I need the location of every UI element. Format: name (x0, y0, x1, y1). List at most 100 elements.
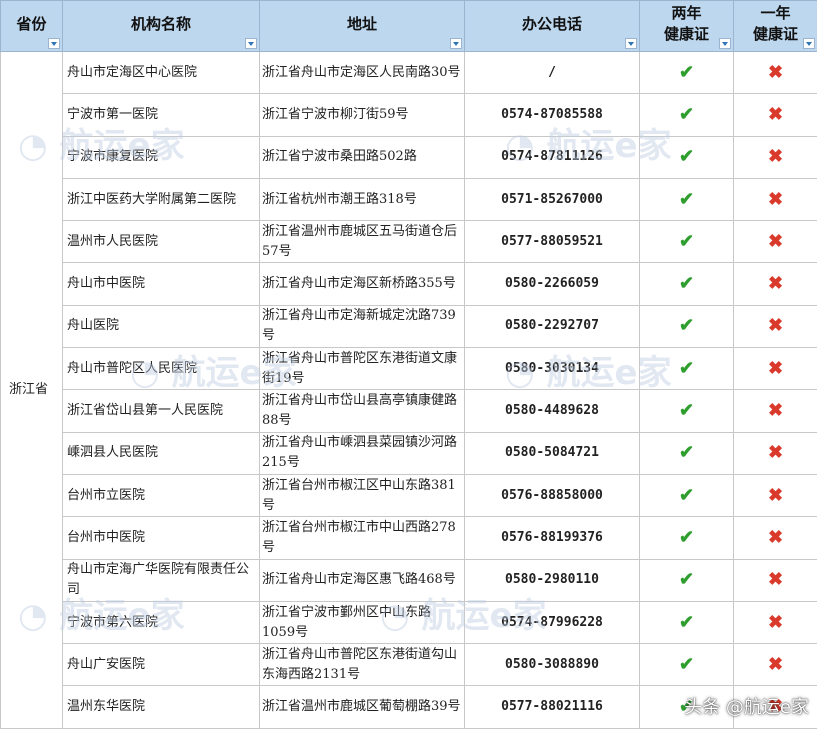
table-row: 舟山医院浙江省舟山市定海新城定沈路739号0580-2292707✔✖ (1, 305, 817, 347)
one-year-status-icon: ✖ (734, 178, 817, 220)
hospital-name-cell: 舟山广安医院 (63, 644, 260, 686)
phone-cell: 0580-4489628 (465, 390, 640, 432)
table-row: 宁波市第六医院浙江省宁波市鄞州区中山东路1059号0574-87996228✔✖ (1, 601, 817, 643)
phone-cell: 0574-87996228 (465, 601, 640, 643)
filter-dropdown-icon[interactable] (625, 38, 637, 49)
hospital-name-cell: 浙江省岱山县第一人民医院 (63, 390, 260, 432)
two-year-status-icon: ✔ (640, 52, 734, 94)
one-year-status-icon: ✖ (734, 559, 817, 601)
two-year-status-icon: ✔ (640, 348, 734, 390)
one-year-status-icon: ✖ (734, 348, 817, 390)
header-two-year: 两年 健康证 (640, 1, 734, 52)
address-cell: 浙江省舟山市普陀区东港街道勾山东海西路2131号 (260, 644, 465, 686)
one-year-status-icon: ✖ (734, 221, 817, 263)
two-year-status-icon: ✔ (640, 390, 734, 432)
address-cell: 浙江省杭州市潮王路318号 (260, 178, 465, 220)
hospital-name-cell: 浙江中医药大学附属第二医院 (63, 178, 260, 220)
one-year-status-icon: ✖ (734, 94, 817, 136)
two-year-status-icon: ✔ (640, 136, 734, 178)
header-address: 地址 (260, 1, 465, 52)
two-year-status-icon: ✔ (640, 517, 734, 559)
address-cell: 浙江省宁波市鄞州区中山东路1059号 (260, 601, 465, 643)
address-cell: 浙江省温州市鹿城区葡萄棚路39号 (260, 686, 465, 728)
two-year-status-icon: ✔ (640, 305, 734, 347)
filter-dropdown-icon[interactable] (719, 38, 731, 49)
filter-dropdown-icon[interactable] (803, 38, 815, 49)
one-year-status-icon: ✖ (734, 517, 817, 559)
table-row: 宁波市第一医院浙江省宁波市柳汀街59号0574-87085588✔✖ (1, 94, 817, 136)
address-cell: 浙江省舟山市定海新城定沈路739号 (260, 305, 465, 347)
phone-cell: 0577-88059521 (465, 221, 640, 263)
hospital-name-cell: 宁波市第六医院 (63, 601, 260, 643)
table-row: 台州市立医院浙江省台州市椒江区中山东路381号0576-88858000✔✖ (1, 474, 817, 516)
hospital-name-cell: 舟山市中医院 (63, 263, 260, 305)
phone-cell: 0580-2980110 (465, 559, 640, 601)
header-one-year: 一年 健康证 (734, 1, 817, 52)
table-row: 舟山广安医院浙江省舟山市普陀区东港街道勾山东海西路2131号0580-30888… (1, 644, 817, 686)
one-year-status-icon: ✖ (734, 305, 817, 347)
address-cell: 浙江省温州市鹿城区五马街道仓后57号 (260, 221, 465, 263)
address-cell: 浙江省台州市椒江区中山东路381号 (260, 474, 465, 516)
phone-cell: 0571-85267000 (465, 178, 640, 220)
header-province: 省份 (1, 1, 63, 52)
address-cell: 浙江省宁波市柳汀街59号 (260, 94, 465, 136)
one-year-status-icon: ✖ (734, 644, 817, 686)
hospital-name-cell: 温州市人民医院 (63, 221, 260, 263)
phone-cell: 0580-5084721 (465, 432, 640, 474)
hospital-name-cell: 宁波市第一医院 (63, 94, 260, 136)
table-row: 浙江中医药大学附属第二医院浙江省杭州市潮王路318号0571-85267000✔… (1, 178, 817, 220)
address-cell: 浙江省舟山市岱山县高亭镇康健路88号 (260, 390, 465, 432)
address-cell: 浙江省舟山市嵊泗县菜园镇沙河路215号 (260, 432, 465, 474)
one-year-status-icon: ✖ (734, 601, 817, 643)
province-cell: 浙江省 (1, 52, 63, 729)
phone-cell: 0580-2266059 (465, 263, 640, 305)
phone-cell: 0574-87085588 (465, 94, 640, 136)
phone-cell: 0580-3030134 (465, 348, 640, 390)
one-year-status-icon: ✖ (734, 263, 817, 305)
one-year-status-icon: ✖ (734, 432, 817, 474)
phone-cell: 0574-87811126 (465, 136, 640, 178)
table-row: 舟山市普陀区人民医院浙江省舟山市普陀区东港街道文康街19号0580-303013… (1, 348, 817, 390)
two-year-status-icon: ✔ (640, 221, 734, 263)
phone-cell: 0577-88021116 (465, 686, 640, 728)
address-cell: 浙江省舟山市普陀区东港街道文康街19号 (260, 348, 465, 390)
filter-dropdown-icon[interactable] (48, 38, 60, 49)
table-row: 浙江省岱山县第一人民医院浙江省舟山市岱山县高亭镇康健路88号0580-44896… (1, 390, 817, 432)
filter-dropdown-icon[interactable] (245, 38, 257, 49)
header-row: 省份 机构名称 地址 办公电话 两年 健康证 一年 健康证 (1, 1, 817, 52)
one-year-status-icon: ✖ (734, 390, 817, 432)
two-year-status-icon: ✔ (640, 474, 734, 516)
two-year-status-icon: ✔ (640, 94, 734, 136)
header-name: 机构名称 (63, 1, 260, 52)
table-row: 舟山市中医院浙江省舟山市定海区新桥路355号0580-2266059✔✖ (1, 263, 817, 305)
phone-cell: 0580-3088890 (465, 644, 640, 686)
two-year-status-icon: ✔ (640, 432, 734, 474)
hospital-name-cell: 台州市立医院 (63, 474, 260, 516)
two-year-status-icon: ✔ (640, 263, 734, 305)
address-cell: 浙江省宁波市桑田路502路 (260, 136, 465, 178)
two-year-status-icon: ✔ (640, 601, 734, 643)
table-row: 温州市人民医院浙江省温州市鹿城区五马街道仓后57号0577-88059521✔✖ (1, 221, 817, 263)
address-cell: 浙江省舟山市定海区新桥路355号 (260, 263, 465, 305)
hospital-name-cell: 温州东华医院 (63, 686, 260, 728)
hospital-name-cell: 舟山市普陀区人民医院 (63, 348, 260, 390)
source-credit: 头条 @航运e家 (684, 693, 809, 719)
hospital-name-cell: 台州市中医院 (63, 517, 260, 559)
table-row: 浙江省舟山市定海区中心医院浙江省舟山市定海区人民南路30号/✔✖ (1, 52, 817, 94)
hospital-table: 省份 机构名称 地址 办公电话 两年 健康证 一年 健康证 浙江省舟山市定海区中… (0, 0, 817, 729)
hospital-name-cell: 舟山市定海区中心医院 (63, 52, 260, 94)
two-year-status-icon: ✔ (640, 559, 734, 601)
hospital-name-cell: 嵊泗县人民医院 (63, 432, 260, 474)
two-year-status-icon: ✔ (640, 644, 734, 686)
address-cell: 浙江省台州市椒江市中山西路278号 (260, 517, 465, 559)
table-row: 嵊泗县人民医院浙江省舟山市嵊泗县菜园镇沙河路215号0580-5084721✔✖ (1, 432, 817, 474)
table-row: 台州市中医院浙江省台州市椒江市中山西路278号0576-88199376✔✖ (1, 517, 817, 559)
one-year-status-icon: ✖ (734, 474, 817, 516)
header-phone: 办公电话 (465, 1, 640, 52)
hospital-name-cell: 宁波市康复医院 (63, 136, 260, 178)
hospital-name-cell: 舟山市定海广华医院有限责任公司 (63, 559, 260, 601)
one-year-status-icon: ✖ (734, 136, 817, 178)
filter-dropdown-icon[interactable] (450, 38, 462, 49)
table-row: 舟山市定海广华医院有限责任公司浙江省舟山市定海区惠飞路468号0580-2980… (1, 559, 817, 601)
address-cell: 浙江省舟山市定海区人民南路30号 (260, 52, 465, 94)
